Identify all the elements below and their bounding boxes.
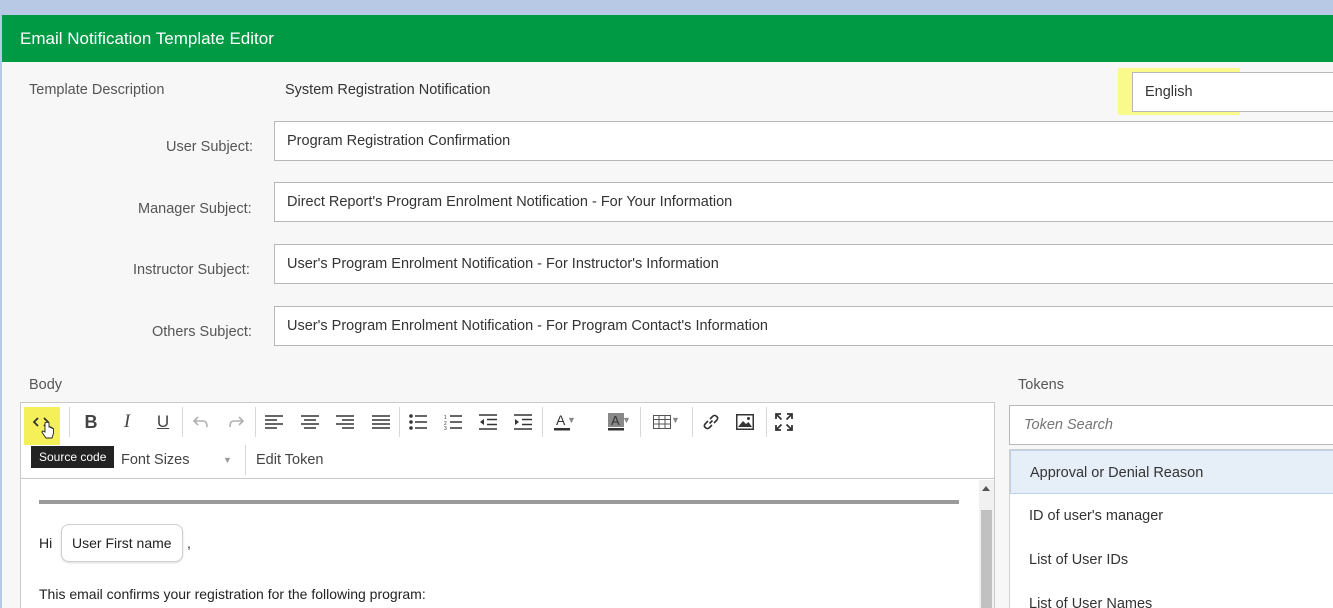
editor-scrollbar[interactable]	[979, 480, 994, 608]
template-editor-window: Email Notification Template Editor Templ…	[2, 15, 1333, 608]
language-select[interactable]: English	[1132, 72, 1333, 112]
confirmation-text: This email confirms your registration fo…	[39, 586, 426, 602]
manager-subject-input[interactable]: Direct Report's Program Enrolment Notifi…	[274, 182, 1333, 222]
align-center-icon	[301, 415, 319, 429]
instructor-subject-label: Instructor Subject:	[133, 262, 250, 278]
toolbar-separator	[255, 407, 256, 437]
outdent-button[interactable]	[473, 407, 503, 437]
editor-content[interactable]: Hi User First name , This email confirms…	[21, 480, 979, 608]
bullet-list-button[interactable]	[403, 407, 433, 437]
font-sizes-label: Font Sizes	[121, 452, 190, 468]
image-button[interactable]	[730, 407, 760, 437]
text-color-dropdown-icon[interactable]: ▼	[567, 415, 576, 425]
bold-icon: B	[84, 411, 98, 432]
user-subject-label: User Subject:	[166, 139, 254, 155]
greeting-text: Hi	[39, 535, 53, 551]
template-description-label: Template Description	[29, 82, 165, 98]
others-subject-input[interactable]: User's Program Enrolment Notification - …	[274, 306, 1333, 346]
link-button[interactable]	[696, 407, 726, 437]
redo-icon	[229, 416, 244, 428]
greeting-comma: ,	[187, 535, 191, 551]
align-left-button[interactable]	[259, 407, 289, 437]
indent-button[interactable]	[508, 407, 538, 437]
horizontal-rule	[39, 500, 959, 504]
svg-text:A: A	[556, 413, 566, 428]
underline-button[interactable]: U	[148, 407, 178, 437]
toolbar-separator	[182, 407, 183, 437]
table-icon	[653, 415, 671, 429]
image-icon	[736, 414, 754, 430]
edit-token-button[interactable]: Edit Token	[246, 441, 323, 479]
scroll-thumb[interactable]	[981, 510, 992, 608]
scroll-up-arrow-icon[interactable]	[982, 486, 990, 491]
fullscreen-button[interactable]	[769, 407, 799, 437]
editor-toolbar-row2: Font Sizes ▼ Edit Token	[21, 441, 994, 479]
bold-button[interactable]: B	[76, 407, 106, 437]
instructor-subject-input[interactable]: User's Program Enrolment Notification - …	[274, 244, 1333, 284]
indent-icon	[514, 414, 532, 430]
toolbar-separator	[399, 407, 400, 437]
italic-icon: I	[123, 411, 131, 432]
toolbar-separator	[69, 407, 70, 437]
numbered-list-icon: 123	[444, 415, 462, 430]
body-editor: B I U 1 2 3 A ▼ A ▼ ▼ Font Sizes ▼ Edit …	[20, 402, 995, 608]
align-right-button[interactable]	[330, 407, 360, 437]
link-icon	[703, 414, 719, 430]
tokens-label: Tokens	[1018, 377, 1064, 393]
align-justify-icon	[372, 415, 390, 429]
align-justify-button[interactable]	[366, 407, 396, 437]
svg-text:3: 3	[444, 426, 447, 430]
user-subject-input[interactable]: Program Registration Confirmation	[274, 121, 1333, 161]
token-search-input[interactable]	[1009, 405, 1333, 445]
token-chip-user-first-name[interactable]: User First name	[61, 524, 183, 562]
toolbar-separator	[692, 407, 693, 437]
redo-button[interactable]	[221, 407, 251, 437]
svg-text:A: A	[611, 413, 620, 428]
toolbar-separator	[542, 407, 543, 437]
background-color-dropdown-icon[interactable]: ▼	[622, 415, 631, 425]
body-label: Body	[29, 377, 63, 393]
hand-cursor-icon	[41, 422, 54, 439]
toolbar-separator	[640, 407, 641, 437]
template-description-value: System Registration Notification	[285, 82, 491, 98]
align-center-button[interactable]	[295, 407, 325, 437]
outdent-icon	[479, 414, 497, 430]
source-code-tooltip: Source code	[31, 446, 115, 468]
underline-icon: U	[156, 412, 170, 431]
table-dropdown-icon[interactable]: ▼	[671, 415, 680, 425]
chevron-down-icon: ▼	[223, 455, 232, 465]
token-item[interactable]: ID of user's manager	[1010, 494, 1333, 538]
italic-button[interactable]: I	[112, 407, 142, 437]
manager-subject-label: Manager Subject:	[138, 201, 252, 217]
token-list: Approval or Denial Reason ID of user's m…	[1009, 449, 1333, 608]
token-item[interactable]: List of User IDs	[1010, 538, 1333, 582]
others-subject-label: Others Subject:	[152, 324, 252, 340]
toolbar-separator	[766, 407, 767, 437]
font-sizes-dropdown[interactable]: Font Sizes ▼	[111, 441, 241, 479]
align-right-icon	[336, 415, 354, 429]
undo-icon	[193, 416, 208, 428]
undo-button[interactable]	[186, 407, 216, 437]
window-title: Email Notification Template Editor	[2, 15, 1333, 62]
bullet-list-icon	[409, 414, 427, 430]
editor-toolbar-row1: B I U 1 2 3 A ▼ A ▼ ▼	[21, 403, 994, 445]
fullscreen-icon	[775, 413, 793, 431]
token-item[interactable]: List of User Names	[1010, 582, 1333, 608]
numbered-list-button[interactable]: 123	[438, 407, 468, 437]
token-item[interactable]: Approval or Denial Reason	[1010, 450, 1333, 494]
align-left-icon	[265, 415, 283, 429]
